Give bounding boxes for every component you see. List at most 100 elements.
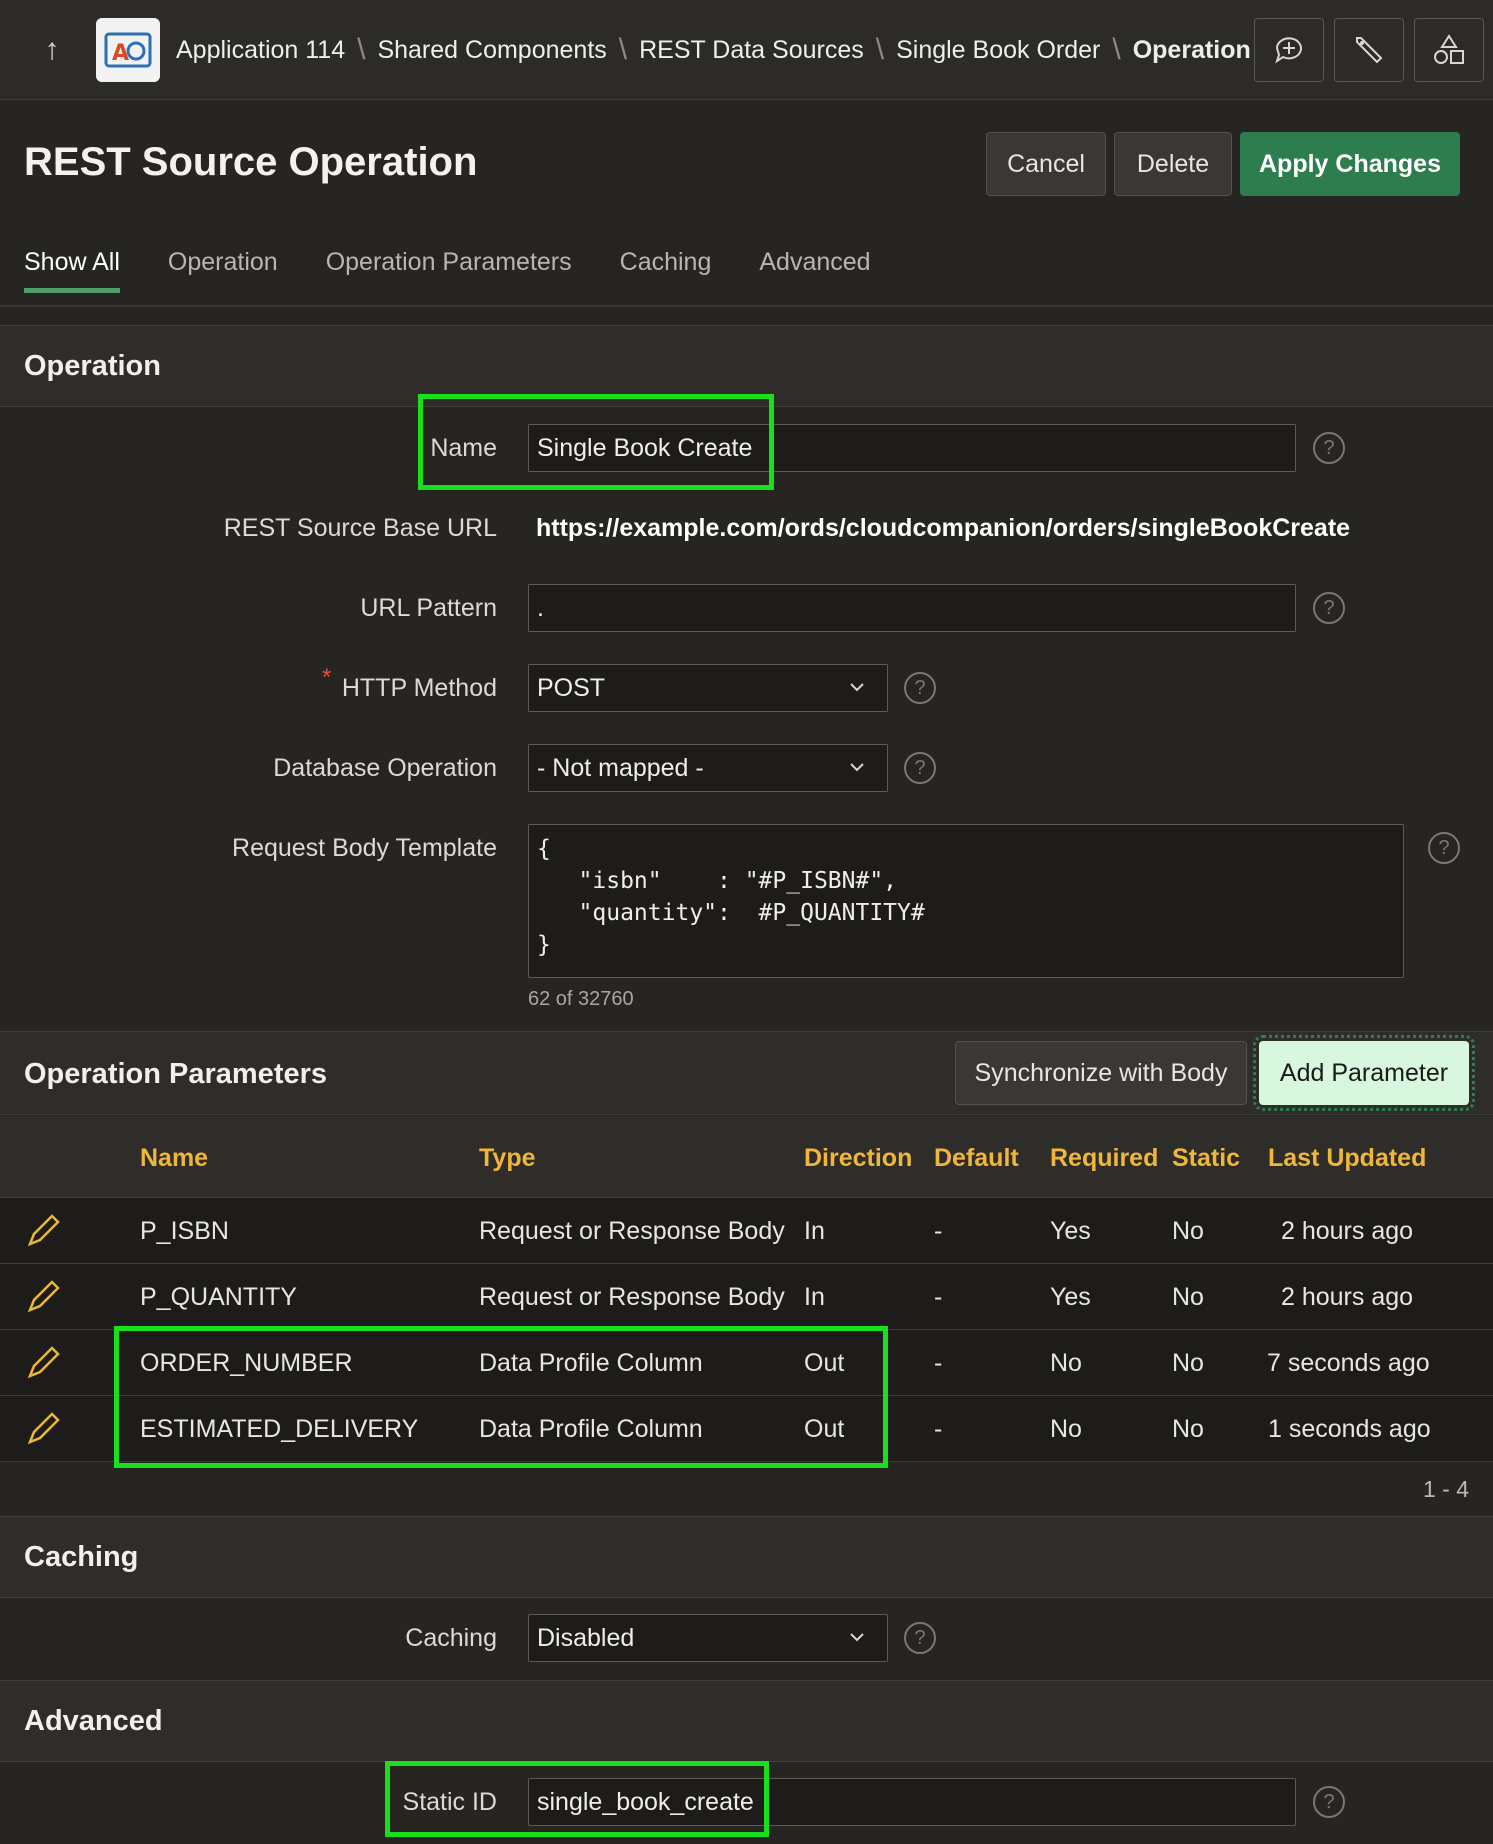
database-operation-select[interactable]: - Not mapped - [528,744,888,792]
cell-required: No [1050,1349,1082,1377]
operation-section-header: Operation [0,325,1493,407]
top-bar: ↑ A Application 114 \ Shared Components … [0,0,1493,100]
url-pattern-help-icon[interactable]: ? [1313,592,1345,624]
request-body-template-label: Request Body Template [232,834,497,862]
cell-name: P_ISBN [140,1217,229,1245]
url-pattern-input[interactable]: . [528,584,1296,632]
cell-last-updated: 2 hours ago [1281,1283,1414,1311]
http-method-select[interactable]: POST [528,664,888,712]
tab-show-all[interactable]: Show All [24,248,120,293]
static-id-label: Static ID [402,1788,497,1816]
caching-section-title: Caching [24,1541,139,1573]
caching-select[interactable]: Disabled [528,1614,888,1662]
cancel-button[interactable]: Cancel [986,132,1106,196]
column-header-static[interactable]: Static [1172,1144,1240,1173]
pagination-range: 1 - 4 [1422,1476,1469,1502]
tab-operation-parameters[interactable]: Operation Parameters [326,248,572,293]
cell-direction: In [804,1283,825,1311]
cell-static: No [1172,1415,1204,1443]
tabs-divider [0,305,1493,307]
base-url-value: https://example.com/ords/cloudcompanion/… [536,514,1351,542]
feedback-icon [1275,37,1302,64]
svg-text:A: A [112,41,129,66]
edit-pencil-icon[interactable] [24,1412,60,1448]
breadcrumb: Application 114 \ Shared Components \ RE… [176,28,1251,72]
chevron-down-icon [850,763,864,772]
breadcrumb-item-rest-data-sources[interactable]: REST Data Sources [639,36,864,65]
app-builder-icon[interactable]: A [96,18,160,82]
database-operation-label: Database Operation [273,754,497,782]
cell-required: Yes [1050,1283,1091,1311]
name-input[interactable]: Single Book Create [528,424,1296,472]
shapes-icon [1434,34,1464,64]
cell-static: No [1172,1217,1204,1245]
database-operation-help-icon[interactable]: ? [904,752,936,784]
breadcrumb-separator: \ [357,33,366,66]
tab-advanced[interactable]: Advanced [759,248,870,293]
cell-default: - [934,1283,943,1311]
cell-static: No [1172,1283,1204,1311]
column-header-last-updated[interactable]: Last Updated [1268,1144,1426,1173]
static-id-value: single_book_create [537,1787,754,1816]
breadcrumb-item-single-book-order[interactable]: Single Book Order [896,36,1100,65]
operation-parameters-section-title: Operation Parameters [24,1058,328,1090]
advanced-section-title: Advanced [24,1705,163,1737]
database-operation-value: - Not mapped - [537,753,704,782]
cell-required: No [1050,1415,1082,1443]
add-parameter-button[interactable]: Add Parameter [1253,1035,1475,1111]
column-header-direction[interactable]: Direction [804,1144,912,1173]
shared-components-button[interactable] [1414,18,1484,82]
advanced-section-header: Advanced [0,1680,1493,1762]
chevron-down-icon [850,1633,864,1642]
tab-caching[interactable]: Caching [620,248,712,293]
cell-last-updated: 1 seconds ago [1268,1415,1431,1443]
edit-pencil-icon[interactable] [24,1280,60,1316]
static-id-input[interactable]: single_book_create [528,1778,1296,1826]
cell-default: - [934,1415,943,1443]
edit-pencil-icon[interactable] [24,1214,60,1250]
name-input-value: Single Book Create [537,433,753,462]
edit-pencil-icon[interactable] [24,1346,60,1382]
url-pattern-label: URL Pattern [360,594,497,622]
cell-direction: Out [804,1349,845,1377]
breadcrumb-separator: \ [1112,33,1121,66]
delete-button[interactable]: Delete [1114,132,1232,196]
cell-last-updated: 2 hours ago [1281,1217,1414,1245]
cell-type: Request or Response Body [479,1217,785,1245]
breadcrumb-item-application[interactable]: Application 114 [176,36,345,65]
caching-help-icon[interactable]: ? [904,1622,936,1654]
cell-direction: In [804,1217,825,1245]
feedback-button[interactable] [1254,18,1324,82]
name-help-icon[interactable]: ? [1313,432,1345,464]
tab-operation[interactable]: Operation [168,248,278,293]
cell-name: ESTIMATED_DELIVERY [140,1415,419,1443]
breadcrumb-item-shared-components[interactable]: Shared Components [377,36,606,65]
request-body-template-textarea[interactable]: { "isbn" : "#P_ISBN#", "quantity": #P_QU… [528,824,1404,978]
column-header-type[interactable]: Type [479,1144,536,1173]
page-title: REST Source Operation [24,140,478,184]
apply-changes-button[interactable]: Apply Changes [1240,132,1460,196]
cell-type: Request or Response Body [479,1283,785,1311]
cell-required: Yes [1050,1217,1091,1245]
synchronize-with-body-button[interactable]: Synchronize with Body [955,1041,1247,1105]
column-header-required[interactable]: Required [1050,1144,1158,1173]
required-indicator: * [322,664,332,691]
column-header-default[interactable]: Default [934,1144,1019,1173]
cell-direction: Out [804,1415,845,1443]
request-body-help-icon[interactable]: ? [1428,832,1460,864]
url-pattern-value: . [537,593,544,622]
character-counter: 62 of 32760 [528,988,634,1010]
cell-name: P_QUANTITY [140,1283,297,1311]
up-arrow-icon[interactable]: ↑ [36,34,68,66]
http-method-value: POST [537,673,606,702]
static-id-help-icon[interactable]: ? [1313,1786,1345,1818]
name-label: Name [430,434,497,462]
cell-name: ORDER_NUMBER [140,1349,353,1377]
http-method-help-icon[interactable]: ? [904,672,936,704]
developer-tools-button[interactable] [1334,18,1404,82]
breadcrumb-item-current: Operation [1132,35,1251,64]
column-header-name[interactable]: Name [140,1144,208,1173]
breadcrumb-separator: \ [875,33,885,66]
cell-type: Data Profile Column [479,1415,703,1443]
cell-default: - [934,1349,943,1377]
